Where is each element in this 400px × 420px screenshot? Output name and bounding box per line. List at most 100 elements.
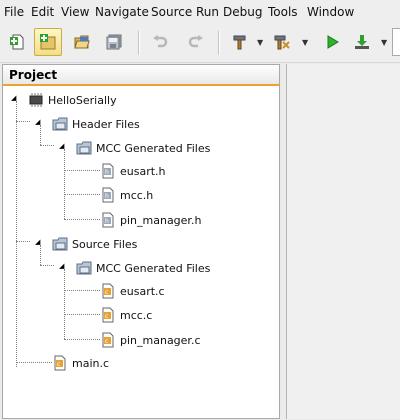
hammer-icon (233, 35, 246, 50)
build-dropdown-caret[interactable]: ▼ (257, 38, 263, 47)
download-button[interactable] (348, 28, 376, 56)
menu-tools[interactable]: Tools (268, 5, 298, 19)
new-project-icon (40, 34, 56, 50)
chip-icon (29, 93, 43, 107)
svg-text:c: c (105, 313, 108, 320)
svg-text:h: h (105, 193, 109, 200)
tree-node-label: Header Files (72, 117, 140, 131)
c-source-file-icon: c (54, 355, 66, 371)
tree-line (16, 121, 30, 122)
tree-node-source-file[interactable]: c pin_manager.c (100, 331, 201, 349)
root-collapse-toggle[interactable]: ◢ (11, 95, 18, 102)
tree-line (64, 339, 100, 340)
header-files-collapse-toggle[interactable]: ◢ (35, 119, 42, 126)
tree-line (64, 149, 65, 219)
open-folder-icon (74, 35, 90, 49)
svg-text:h: h (105, 218, 109, 225)
svg-text:c: c (105, 289, 108, 296)
c-source-file-icon: c (102, 332, 114, 348)
tree-node-label: eusart.c (120, 284, 165, 298)
save-all-button[interactable] (100, 28, 128, 56)
menu-bar: File Edit View Navigate Source Run Debug… (0, 0, 400, 24)
header-mcc-collapse-toggle[interactable]: ◢ (59, 143, 66, 150)
tree-node-source-file[interactable]: c eusart.c (100, 282, 165, 300)
tree-node-header-file[interactable]: h pin_manager.h (100, 211, 201, 229)
toolbar-overflow[interactable] (392, 28, 400, 56)
logical-folder-icon (52, 237, 68, 251)
save-all-icon (106, 34, 122, 50)
tree-node-label: HelloSerially (48, 93, 117, 107)
tree-line (64, 219, 100, 220)
tree-line (40, 145, 54, 146)
new-project-button[interactable] (34, 28, 62, 56)
tree-line (40, 265, 54, 266)
tree-line (16, 241, 30, 242)
tree-node-header-file[interactable]: h eusart.h (100, 162, 166, 180)
tree-node-project[interactable]: HelloSerially (28, 91, 117, 109)
project-panel: Project ◢ ◢ ◢ ◢ ◢ HelloSerially Header F… (2, 64, 280, 419)
menu-edit[interactable]: Edit (31, 5, 54, 19)
logical-folder-icon (76, 261, 92, 275)
build-button[interactable] (226, 28, 254, 56)
header-file-icon: h (102, 163, 114, 179)
project-tree: ◢ ◢ ◢ ◢ ◢ HelloSerially Header Files MCC… (3, 65, 281, 420)
redo-icon (188, 35, 203, 48)
tree-line (64, 314, 100, 315)
tree-line (64, 170, 100, 171)
svg-text:c: c (57, 361, 60, 368)
undo-icon (153, 35, 168, 48)
header-file-icon: h (102, 187, 114, 203)
tree-node-label: MCC Generated Files (96, 261, 211, 275)
source-mcc-collapse-toggle[interactable]: ◢ (59, 263, 66, 270)
clean-build-icon (274, 35, 290, 50)
menu-window[interactable]: Window (307, 5, 354, 19)
tree-node-header-file[interactable]: h mcc.h (100, 186, 153, 204)
undo-button[interactable] (146, 28, 174, 56)
tree-node-label: MCC Generated Files (96, 141, 211, 155)
c-source-file-icon: c (102, 283, 114, 299)
menu-source[interactable]: Source (151, 5, 192, 19)
svg-text:h: h (105, 169, 109, 176)
tree-node-label: mcc.h (120, 188, 154, 202)
tree-node-label: mcc.c (120, 308, 153, 322)
menu-file[interactable]: File (4, 5, 24, 19)
tree-node-label: Source Files (72, 237, 138, 251)
redo-button[interactable] (182, 28, 210, 56)
menu-view[interactable]: View (61, 5, 89, 19)
toolbar-separator (218, 31, 220, 55)
download-dropdown-caret[interactable]: ▼ (381, 38, 387, 47)
editor-area (286, 64, 400, 419)
tree-line (16, 362, 52, 363)
tree-line (64, 194, 100, 195)
new-file-button[interactable] (4, 28, 32, 56)
open-project-button[interactable] (68, 28, 96, 56)
tree-node-source-files[interactable]: Source Files (52, 235, 137, 253)
menu-run[interactable]: Run (196, 5, 219, 19)
tree-node-header-mcc[interactable]: MCC Generated Files (76, 139, 210, 157)
tree-node-label: main.c (72, 356, 110, 370)
run-button[interactable] (318, 28, 346, 56)
tree-line (40, 125, 41, 145)
toolbar-separator (138, 31, 140, 55)
tree-line (16, 101, 17, 367)
tree-node-source-file[interactable]: c mcc.c (100, 306, 152, 324)
tree-node-source-mcc[interactable]: MCC Generated Files (76, 259, 210, 277)
clean-dropdown-caret[interactable]: ▼ (302, 38, 308, 47)
logical-folder-icon (76, 141, 92, 155)
clean-build-button[interactable] (268, 28, 296, 56)
tree-line (40, 245, 41, 265)
download-icon (355, 35, 369, 49)
menu-debug[interactable]: Debug (223, 5, 262, 19)
new-file-icon (10, 34, 24, 50)
run-icon (327, 35, 339, 49)
menu-navigate[interactable]: Navigate (95, 5, 149, 19)
tree-line (64, 269, 65, 339)
tree-line (64, 290, 100, 291)
tree-node-main-file[interactable]: c main.c (52, 354, 109, 372)
svg-text:c: c (105, 338, 108, 345)
source-files-collapse-toggle[interactable]: ◢ (35, 239, 42, 246)
tree-node-header-files[interactable]: Header Files (52, 115, 140, 133)
tree-node-label: pin_manager.h (120, 213, 202, 227)
toolbar: ▼ ▼ ▼ (0, 24, 400, 63)
tree-node-label: pin_manager.c (120, 333, 201, 347)
